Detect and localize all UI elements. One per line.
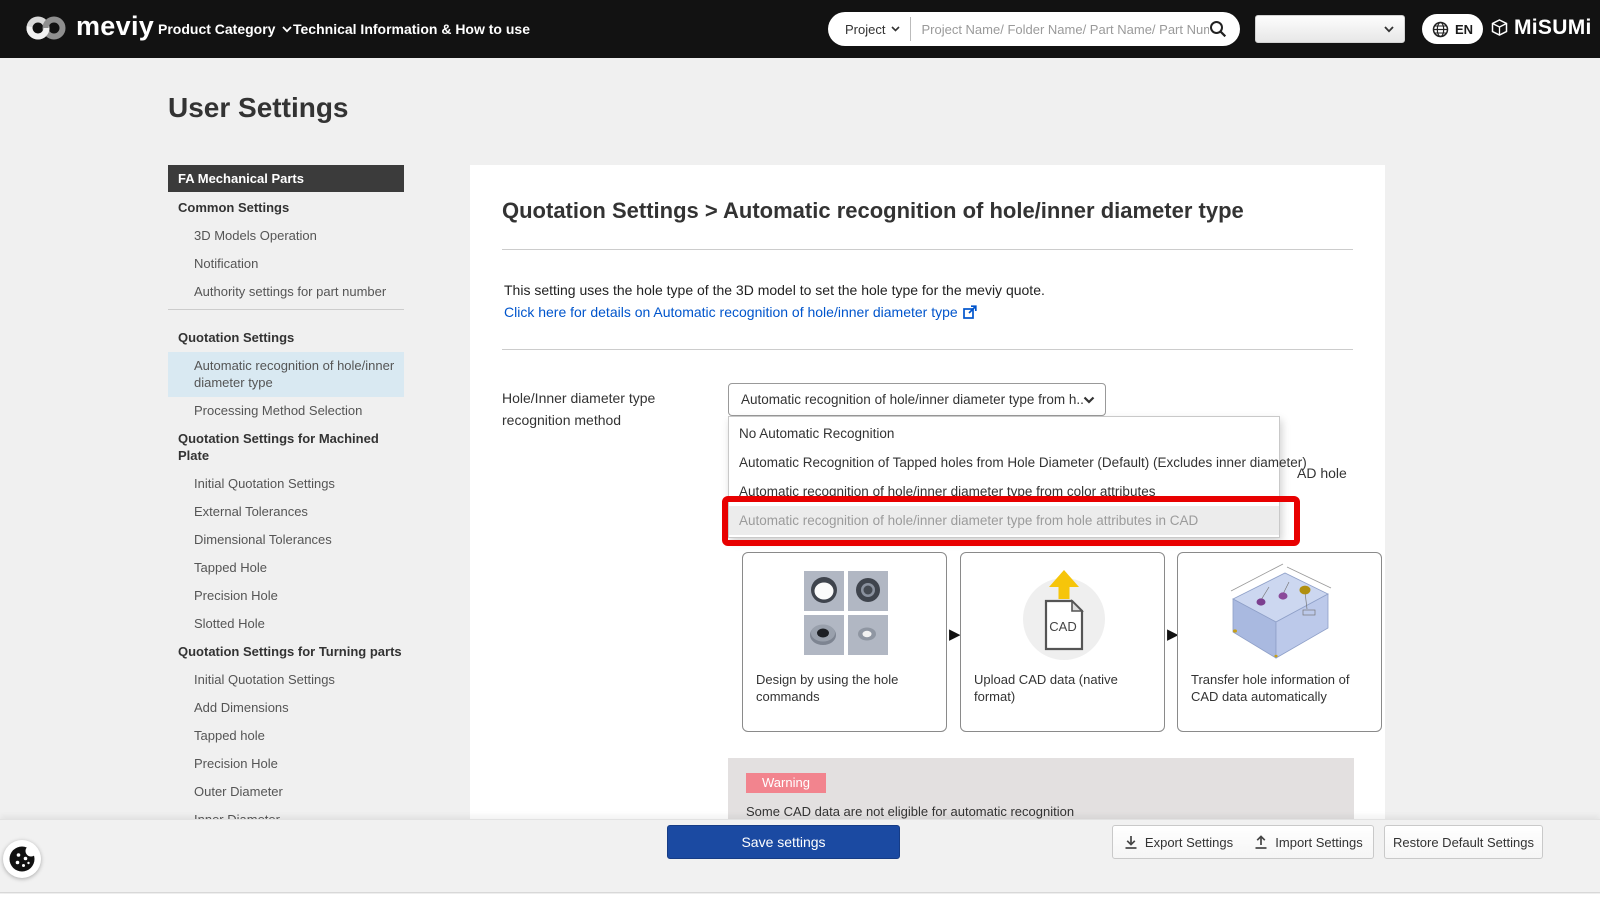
dropdown-option-no-automatic[interactable]: No Automatic Recognition — [729, 419, 1279, 448]
language-label: EN — [1454, 21, 1474, 37]
search-divider — [910, 17, 912, 41]
restore-default-settings-label: Restore Default Settings — [1393, 834, 1534, 850]
sidebar-item-notification[interactable]: Notification — [168, 250, 404, 278]
sidebar-group-quotation-settings[interactable]: Quotation Settings — [168, 324, 404, 352]
sidebar-group-quotation-settings-turning-parts[interactable]: Quotation Settings for Turning parts — [168, 638, 404, 666]
sidebar-item-initial-quotation-settings[interactable]: Initial Quotation Settings — [168, 470, 404, 498]
sidebar-item-add-dimensions[interactable]: Add Dimensions — [168, 694, 404, 722]
sidebar-item-initial-quotation-settings-turning[interactable]: Initial Quotation Settings — [168, 666, 404, 694]
sidebar-item-3d-models-operation[interactable]: 3D Models Operation — [168, 222, 404, 250]
header-user-select[interactable] — [1255, 15, 1405, 43]
divider — [502, 249, 1353, 250]
recognition-method-select[interactable]: Automatic recognition of hole/inner diam… — [728, 383, 1106, 416]
hole-commands-illustration — [804, 571, 888, 655]
sidebar-header-fa-mechanical-parts: FA Mechanical Parts — [168, 165, 404, 192]
sidebar-group-quotation-settings-machined-plate[interactable]: Quotation Settings for Machined Plate — [168, 425, 404, 470]
flow-card-hole-commands: Design by using the hole commands — [742, 552, 947, 732]
logo-wordmark: meviy — [76, 11, 155, 41]
upload-cad-illustration: CAD — [1018, 565, 1110, 665]
dropdown-option-hole-attributes-cad[interactable]: Automatic recognition of hole/inner diam… — [729, 506, 1279, 535]
dropdown-option-tapped-holes-default[interactable]: Automatic Recognition of Tapped holes fr… — [729, 448, 1307, 477]
recognition-method-select-value: Automatic recognition of hole/inner diam… — [741, 392, 1083, 407]
details-link-label: Click here for details on Automatic reco… — [504, 304, 958, 320]
top-navbar: meviy Product Category Technical Informa… — [0, 0, 1600, 58]
chevron-down-icon — [282, 25, 293, 33]
dropdown-option-color-attributes[interactable]: Automatic recognition of hole/inner diam… — [729, 477, 1279, 506]
sidebar-group-common-settings[interactable]: Common Settings — [168, 194, 404, 222]
page-bottom-strip — [0, 894, 1600, 900]
card-caption: Upload CAD data (native format) — [974, 672, 1118, 704]
search-scope-label: Project — [845, 21, 886, 37]
cookie-icon — [7, 844, 37, 874]
sidebar-item-precision-hole-turning[interactable]: Precision Hole — [168, 750, 404, 778]
sidebar-item-outer-diameter[interactable]: Outer Diameter — [168, 778, 404, 806]
sidebar-item-dimensional-tolerances[interactable]: Dimensional Tolerances — [168, 526, 404, 554]
sidebar-item-authority-settings[interactable]: Authority settings for part number — [168, 278, 404, 306]
settings-content-panel: Quotation Settings > Automatic recogniti… — [470, 165, 1385, 820]
warning-text: Some CAD data are not eligible for autom… — [746, 804, 1075, 819]
flow-card-transfer-hole-info: Transfer hole information of CAD data au… — [1177, 552, 1382, 732]
sidebar-item-precision-hole[interactable]: Precision Hole — [168, 582, 404, 610]
details-link[interactable]: Click here for details on Automatic reco… — [504, 304, 977, 320]
sidebar-item-slotted-hole[interactable]: Slotted Hole — [168, 610, 404, 638]
language-button[interactable]: EN — [1422, 14, 1483, 44]
divider — [502, 349, 1353, 350]
import-settings-label: Import Settings — [1275, 834, 1363, 850]
cookie-consent-button[interactable] — [3, 840, 41, 878]
sidebar-item-tapped-hole-turning[interactable]: Tapped hole — [168, 722, 404, 750]
cad-model-illustration — [1223, 561, 1338, 666]
sidebar-item-automatic-recognition[interactable]: Automatic recognition of hole/inner diam… — [168, 352, 404, 397]
nav-product-category-label: Product Category — [158, 21, 276, 37]
meviy-logo[interactable]: meviy — [24, 11, 154, 42]
sidebar-item-tapped-hole[interactable]: Tapped Hole — [168, 554, 404, 582]
flow-card-upload-cad: CAD Upload CAD data (native format) — [960, 552, 1165, 732]
nav-technical-information-label: Technical Information & How to use — [293, 21, 530, 37]
sidebar-divider — [168, 309, 404, 321]
card-caption: Design by using the hole commands — [756, 672, 899, 704]
import-settings-button[interactable]: Import Settings — [1244, 825, 1374, 859]
sidebar-item-external-tolerances[interactable]: External Tolerances — [168, 498, 404, 526]
misumi-cube-icon — [1490, 18, 1509, 38]
export-settings-button[interactable]: Export Settings — [1112, 825, 1245, 859]
meviy-infinity-icon — [24, 12, 70, 42]
nav-technical-information[interactable]: Technical Information & How to use — [293, 0, 530, 58]
misumi-logo: MiSUMi — [1490, 16, 1592, 40]
download-icon — [1124, 835, 1138, 850]
recognition-method-label: Hole/Inner diameter type recognition met… — [502, 390, 656, 428]
page-title: User Settings — [168, 92, 349, 123]
external-link-icon — [962, 305, 977, 319]
chevron-down-icon — [891, 26, 901, 32]
upload-icon — [1254, 834, 1268, 850]
restore-default-settings-button[interactable]: Restore Default Settings — [1384, 825, 1543, 859]
flow-arrow-icon: ▶ — [949, 626, 961, 643]
sidebar-item-processing-method-selection[interactable]: Processing Method Selection — [168, 397, 404, 425]
setting-description: This setting uses the hole type of the 3… — [504, 282, 1045, 298]
search-scope-select[interactable]: Project — [828, 21, 901, 37]
search-input[interactable] — [921, 21, 1209, 37]
recognition-method-dropdown: No Automatic Recognition Automatic Recog… — [728, 416, 1307, 538]
chevron-down-icon — [1083, 396, 1095, 404]
search-icon[interactable] — [1209, 20, 1227, 38]
section-title: Quotation Settings > Automatic recogniti… — [502, 198, 1244, 223]
global-search: Project — [828, 12, 1240, 46]
chevron-down-icon — [1384, 25, 1394, 33]
card-caption: Transfer hole information of CAD data au… — [1191, 672, 1350, 704]
cad-doc-label: CAD — [1049, 619, 1076, 634]
nav-product-category[interactable]: Product Category — [158, 0, 293, 58]
warning-badge: Warning — [746, 773, 826, 793]
globe-icon — [1432, 21, 1449, 38]
settings-sidebar: FA Mechanical Parts Common Settings 3D M… — [168, 165, 404, 834]
warning-box: Warning Some CAD data are not eligible f… — [728, 758, 1354, 820]
save-settings-button[interactable]: Save settings — [667, 825, 900, 859]
misumi-wordmark: MiSUMi — [1514, 16, 1592, 39]
action-bar: Save settings Export Settings Import Set… — [0, 819, 1600, 893]
export-settings-label: Export Settings — [1144, 834, 1234, 850]
